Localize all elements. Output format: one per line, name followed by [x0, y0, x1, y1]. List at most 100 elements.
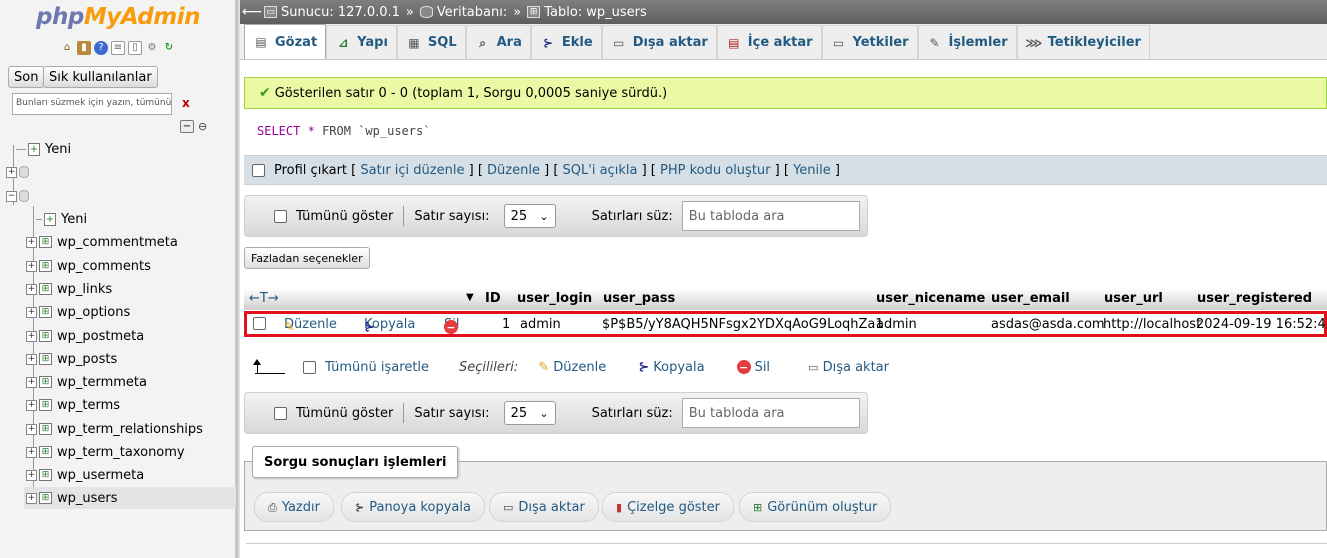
tree-table-item[interactable]: + ⊞ wp_termmeta: [26, 371, 147, 393]
tree-table-item[interactable]: + ⊞ wp_commentmeta: [26, 231, 178, 253]
row-delete-link[interactable]: −Sil: [444, 317, 459, 334]
nav-filter-input[interactable]: Bunları süzmek için yazın, tümünü ar: [12, 93, 172, 115]
expand-icon[interactable]: +: [6, 166, 17, 178]
tab-operations[interactable]: ✎ İşlemler: [917, 25, 1017, 59]
link-icon[interactable]: ⊖: [198, 121, 207, 132]
breadcrumb-table[interactable]: ⊞ Tablo: wp_users: [527, 5, 647, 20]
sort-dropdown-icon[interactable]: ▼: [466, 293, 474, 303]
tab-search[interactable]: ⌕ Ara: [465, 25, 531, 59]
bulk-export-button[interactable]: ▭ Dışa aktar: [808, 360, 889, 375]
tree-table-item[interactable]: + ⊞ wp_comments: [26, 255, 151, 277]
expand-icon[interactable]: +: [26, 376, 37, 388]
cell-user-pass[interactable]: $P$B5/yY8AQH5NFsgx2YDXqAoG9LoqhZa1: [602, 317, 884, 332]
tab-privileges[interactable]: ▭ Yetkiler: [821, 25, 918, 59]
bulk-delete-button[interactable]: − Sil: [736, 360, 770, 375]
expand-icon[interactable]: +: [26, 423, 37, 435]
edit-query-link[interactable]: Düzenle: [487, 163, 540, 178]
extra-options-button[interactable]: Fazladan seçenekler: [244, 247, 370, 269]
tree-table-item[interactable]: + ⊞ wp_usermeta: [26, 464, 144, 486]
tab-export[interactable]: ▭ Dışa aktar: [601, 25, 717, 59]
row-copy-link[interactable]: ⊱ Kopyala: [364, 317, 415, 335]
clear-filter-icon[interactable]: x: [182, 96, 190, 110]
expand-icon[interactable]: +: [26, 446, 37, 458]
nav-resizer[interactable]: [236, 0, 240, 558]
inline-edit-link[interactable]: Satır içi düzenle: [360, 163, 464, 178]
show-all-checkbox[interactable]: [274, 406, 287, 420]
create-php-code-link[interactable]: PHP kodu oluştur: [660, 163, 771, 178]
column-header-id[interactable]: ID: [485, 291, 501, 306]
copy-to-clipboard-button[interactable]: ⊱ Panoya kopyala: [341, 492, 485, 522]
back-arrow-icon[interactable]: ⟵: [240, 4, 264, 20]
help-icon[interactable]: ?: [94, 41, 108, 55]
cell-user-registered[interactable]: 2024-09-19 16:52:42: [1196, 317, 1327, 332]
gear-icon[interactable]: ⚙: [145, 41, 159, 55]
column-header-user-email[interactable]: user_email: [991, 291, 1070, 306]
cell-id[interactable]: 1: [502, 317, 510, 332]
tree-table-item[interactable]: + ⊞ wp_postmeta: [26, 325, 144, 347]
cell-user-nicename[interactable]: admin: [876, 317, 917, 332]
filter-rows-input[interactable]: Bu tabloda ara: [681, 201, 860, 231]
cell-user-email[interactable]: asdas@asda.com: [991, 317, 1105, 332]
breadcrumb-database[interactable]: Veritabanı:: [419, 5, 507, 20]
recent-tables-button[interactable]: Son: [8, 66, 45, 88]
favorite-tables-button[interactable]: Sık kullanılanlar: [43, 66, 158, 88]
tree-table-item[interactable]: + ⊞ wp_options: [26, 301, 130, 323]
create-view-button[interactable]: ⊞ Görünüm oluştur: [739, 492, 892, 522]
refresh-link[interactable]: Yenile: [793, 163, 831, 178]
tree-new-database[interactable]: + Yeni: [16, 138, 71, 160]
expand-icon[interactable]: +: [26, 260, 37, 272]
tab-triggers[interactable]: ⋙ Tetikleyiciler: [1016, 25, 1150, 59]
row-checkbox[interactable]: [253, 317, 266, 330]
collapse-all-icon[interactable]: −: [180, 120, 194, 133]
tree-table-item[interactable]: + ⊞ wp_term_relationships: [26, 418, 203, 440]
phpmyadmin-logo[interactable]: phpMyAdmin: [36, 4, 200, 30]
bulk-copy-button[interactable]: ⊱ Kopyala: [638, 360, 704, 375]
logout-icon[interactable]: ▮: [77, 41, 91, 55]
breadcrumb-server[interactable]: ▭ Sunucu: 127.0.0.1: [264, 5, 400, 20]
column-header-user-nicename[interactable]: user_nicename: [876, 291, 985, 306]
expand-icon[interactable]: +: [26, 353, 37, 365]
tree-table-item[interactable]: + ⊞ wp_posts: [26, 348, 117, 370]
tab-browse[interactable]: ▤ Gözat: [244, 24, 327, 59]
expand-icon[interactable]: +: [26, 283, 37, 295]
sql-query[interactable]: SELECT * FROM `wp_users`: [257, 124, 430, 138]
cell-user-url[interactable]: http://localhost: [1103, 317, 1201, 332]
tree-new-table[interactable]: + Yeni: [36, 208, 87, 230]
expand-icon[interactable]: +: [26, 330, 37, 342]
export-button[interactable]: ▭ Dışa aktar: [489, 492, 599, 522]
row-count-select[interactable]: 25 ⌄: [503, 204, 556, 228]
expand-icon[interactable]: +: [26, 469, 37, 481]
expand-icon[interactable]: +: [26, 492, 37, 504]
tab-insert[interactable]: ⊱ Ekle: [530, 25, 602, 59]
show-all-checkbox[interactable]: [274, 209, 287, 223]
reload-icon[interactable]: ↻: [162, 41, 176, 55]
home-icon[interactable]: ⌂: [60, 41, 74, 55]
print-button[interactable]: ⎙ Yazdır: [254, 492, 334, 522]
copy-icon[interactable]: ▯: [128, 41, 142, 55]
tab-import[interactable]: ▤ İçe aktar: [716, 25, 822, 59]
tree-database-expanded[interactable]: −: [6, 185, 33, 207]
display-chart-button[interactable]: ▮ Çizelge göster: [602, 492, 734, 522]
tree-table-item[interactable]: + ⊞ wp_term_taxonomy: [26, 441, 185, 463]
expand-icon[interactable]: +: [26, 399, 37, 411]
row-count-select[interactable]: 25 ⌄: [503, 401, 556, 425]
expand-icon[interactable]: +: [26, 236, 37, 248]
docs-icon[interactable]: ≡: [111, 41, 125, 55]
cell-user-login[interactable]: admin: [520, 317, 561, 332]
bulk-edit-button[interactable]: ✎ Düzenle: [538, 360, 606, 375]
column-header-user-login[interactable]: user_login: [517, 291, 592, 306]
filter-rows-input[interactable]: Bu tabloda ara: [681, 398, 860, 428]
row-edit-link[interactable]: ✎ Düzenle: [284, 317, 337, 335]
check-all-checkbox[interactable]: [303, 360, 316, 374]
column-arrows[interactable]: ←T→: [249, 291, 279, 306]
collapse-icon[interactable]: −: [6, 190, 17, 202]
tree-table-item[interactable]: + ⊞ wp_links: [26, 278, 112, 300]
check-all-link[interactable]: Tümünü işaretle: [325, 360, 429, 375]
profiling-checkbox[interactable]: [252, 163, 265, 177]
expand-icon[interactable]: +: [26, 306, 37, 318]
tab-structure[interactable]: ⊿ Yapı: [326, 25, 397, 59]
tree-table-item-selected[interactable]: + ⊞ wp_users: [24, 487, 236, 509]
explain-sql-link[interactable]: SQL'i açıkla: [563, 163, 638, 178]
tab-sql[interactable]: ▦ SQL: [396, 25, 466, 59]
column-header-user-url[interactable]: user_url: [1104, 291, 1163, 306]
